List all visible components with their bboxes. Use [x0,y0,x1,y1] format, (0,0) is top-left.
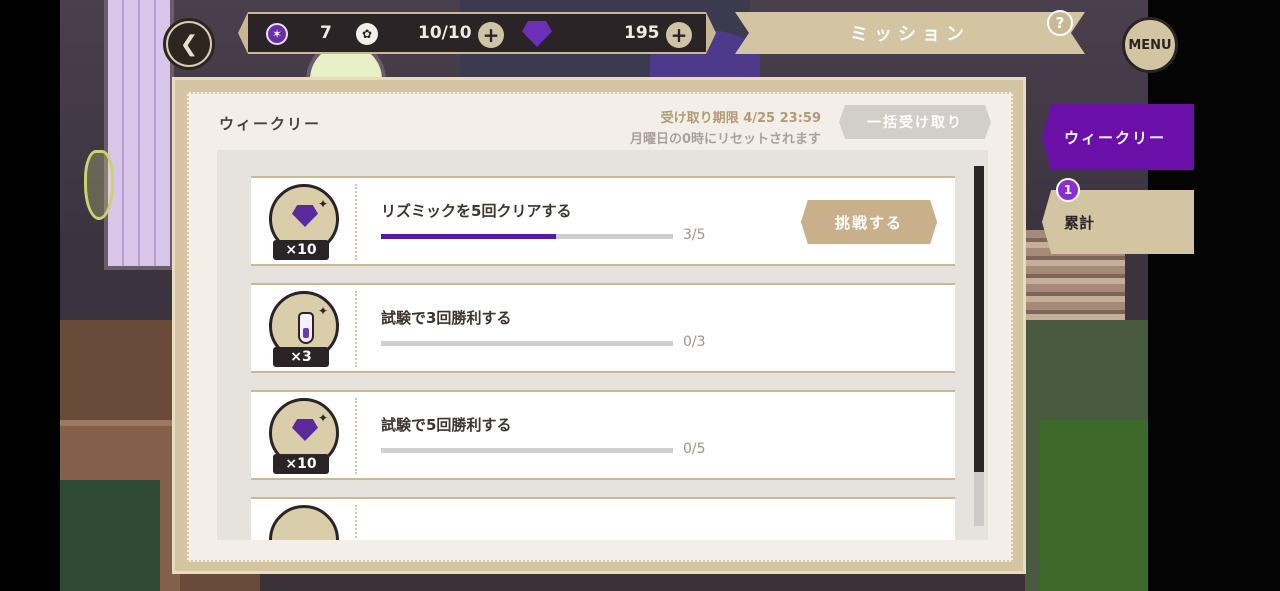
tab-weekly[interactable]: ウィークリー [1042,104,1194,170]
sparkle-icon: ✦ [318,411,329,425]
screen-title: ミッション [850,24,970,45]
deadline-text: 受け取り期限 4/25 23:59 [660,111,821,126]
stamina-icon: ✿ [356,23,378,45]
tab-total-label: 累計 [1064,213,1095,232]
mission-list[interactable]: ✦ ×10 リズミックを5回クリアする 3/5 挑戦する ✦ ×3 試験で3回勝… [217,150,988,540]
progress-fill [381,234,557,239]
panel-title: ウィークリー [219,115,322,133]
plant [60,480,160,591]
gem-icon [292,205,318,227]
notification-badge: 1 [1056,178,1080,202]
gem-icon [522,21,552,47]
mission-panel-inner: ウィークリー 受け取り期限 4/25 23:59 月曜日の0時にリセットされます… [187,92,1013,562]
help-icon[interactable]: ? [1047,10,1073,36]
challenge-button[interactable]: 挑戦する [801,200,937,244]
mission-title: 試験で5回勝利する [381,416,512,434]
add-stamina-button[interactable]: + [478,22,504,48]
divider [355,398,357,474]
progress-label: 0/3 [683,334,706,350]
stamina-count: 10/10 [418,23,472,43]
reset-note: 月曜日の0時にリセットされます [629,132,821,147]
gem-icon [292,419,318,441]
mission-title: 試験で3回勝利する [381,309,512,327]
mission-panel: ウィークリー 受け取り期限 4/25 23:59 月曜日の0時にリセットされます… [172,77,1026,574]
sparkle-icon: ✦ [318,197,329,211]
orb-count: 7 [320,23,332,43]
lamp [84,150,114,220]
progress-label: 0/5 [683,441,706,457]
green-carpet [1040,420,1150,591]
sparkle-icon: ✦ [318,304,329,318]
progress-bar [381,448,673,453]
menu-button[interactable]: MENU [1122,17,1178,73]
chevron-left-icon: ❮ [168,23,210,65]
mission-item: ✦ ×3 試験で3回勝利する 0/3 [251,283,955,373]
mission-item-partial [251,497,955,540]
left-letterbox [0,0,60,591]
back-button[interactable]: ❮ [163,18,215,70]
reward-medallion [269,505,339,540]
progress-bar [381,341,673,346]
add-gem-button[interactable]: + [666,22,692,48]
mission-title: リズミックを5回クリアする [381,202,572,220]
right-letterbox [1148,0,1280,591]
screen-title-banner: ミッション [735,12,1085,54]
reward-count: ×3 [273,347,329,367]
gem-count: 195 [624,23,660,43]
orb-icon: ✶ [266,23,288,45]
scrollbar-thumb[interactable] [974,166,984,472]
potion-icon [298,312,314,344]
reward-count: ×10 [273,240,329,260]
tab-weekly-label: ウィークリー [1064,128,1167,147]
divider [355,505,357,540]
reward-count: ×10 [273,454,329,474]
scrollbar[interactable] [974,166,984,526]
divider [355,291,357,367]
divider [355,184,357,260]
progress-bar [381,234,673,239]
progress-label: 3/5 [683,227,706,243]
mission-item: ✦ ×10 リズミックを5回クリアする 3/5 挑戦する [251,176,955,266]
claim-all-button[interactable]: 一括受け取り [839,105,991,139]
resource-bar: ✶ 7 ✿ 10/10 + 195 + [238,12,716,54]
mission-item: ✦ ×10 試験で5回勝利する 0/5 [251,390,955,480]
